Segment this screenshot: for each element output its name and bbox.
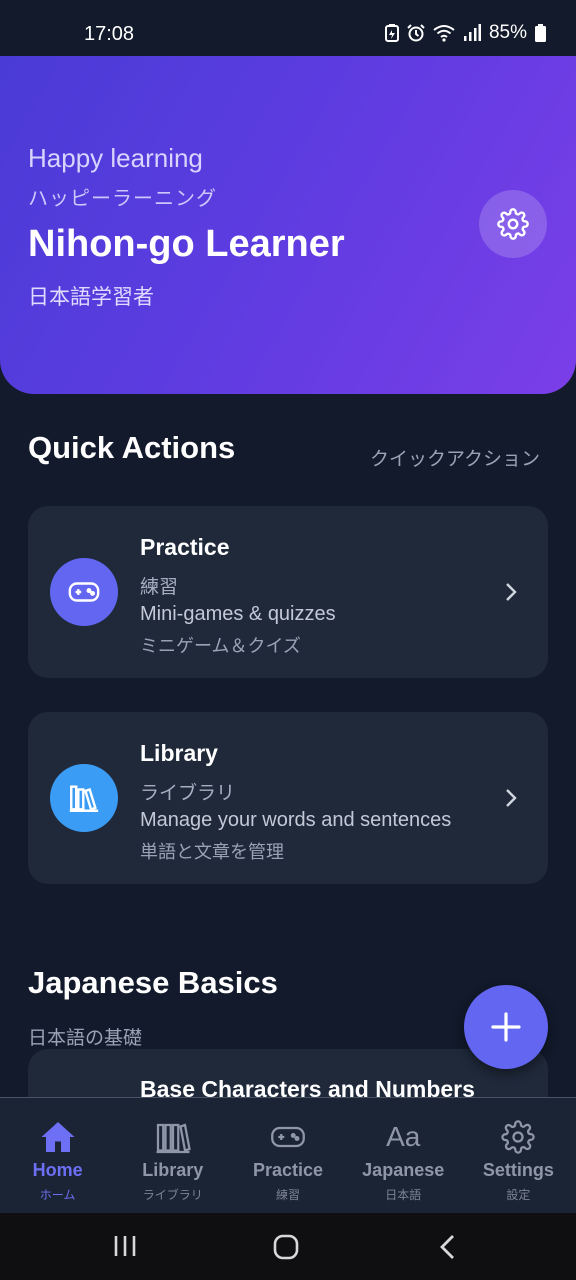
- library-card-jp: ライブラリ: [140, 783, 236, 804]
- library-card[interactable]: Library ライブラリ Manage your words and sent…: [28, 712, 548, 884]
- practice-icon-badge: [50, 558, 118, 626]
- settings-button[interactable]: [479, 190, 547, 258]
- plus-icon: [491, 1012, 521, 1042]
- practice-card-desc-jp: ミニゲーム＆クイズ: [140, 636, 301, 656]
- nav-label: Settings: [482, 1160, 554, 1180]
- battery-percent: 85%: [488, 22, 527, 43]
- home-system-icon[interactable]: [272, 1233, 300, 1261]
- nav-label: Library: [142, 1160, 204, 1180]
- nav-item-practice[interactable]: Practice 練習: [230, 1098, 345, 1213]
- chevron-right-icon: [506, 789, 517, 807]
- nav-item-library[interactable]: Library ライブラリ: [115, 1098, 230, 1213]
- user-name-jp: 日本語学習者: [28, 286, 154, 309]
- back-icon[interactable]: [436, 1233, 460, 1261]
- nav-sublabel: 練習: [276, 1188, 301, 1202]
- quick-actions-title: Quick Actions: [28, 430, 236, 465]
- library-card-title: Library: [140, 740, 218, 766]
- library-icon: [156, 1123, 191, 1154]
- recent-apps-icon[interactable]: [112, 1233, 138, 1259]
- nav-item-japanese[interactable]: Aa Japanese 日本語: [346, 1098, 461, 1213]
- hero-header: Happy learning ハッピーラーニング Nihon-go Learne…: [0, 56, 576, 394]
- library-icon: [69, 785, 99, 812]
- status-icons: 85%: [384, 22, 546, 44]
- chevron-right-icon: [506, 583, 517, 601]
- nav-sublabel: 日本語: [385, 1188, 422, 1202]
- battery-icon: [535, 24, 546, 42]
- gamepad-icon: [271, 1126, 305, 1148]
- nav-label: Home: [32, 1160, 83, 1180]
- status-time: 17:08: [84, 23, 135, 45]
- battery-saver-icon: [384, 24, 399, 42]
- hero-greeting-jp: ハッピーラーニング: [28, 188, 217, 210]
- bottom-nav: Home ホーム Library ライブラリ Practice 練習 Aa Ja…: [0, 1097, 576, 1213]
- nav-sublabel: 設定: [506, 1188, 531, 1202]
- basics-title: Japanese Basics: [28, 965, 278, 1000]
- gamepad-icon: [68, 582, 100, 602]
- practice-card-jp: 練習: [140, 577, 179, 598]
- quick-actions-subtitle: クイックアクション: [370, 449, 541, 470]
- status-bar: 17:08 85%: [0, 0, 576, 56]
- practice-card-title: Practice: [140, 534, 230, 560]
- practice-card-desc: Mini-games & quizzes: [140, 603, 336, 625]
- library-card-desc-jp: 単語と文章を管理: [140, 842, 284, 862]
- nav-item-home[interactable]: Home ホーム: [0, 1098, 115, 1213]
- font-icon: Aa: [386, 1121, 421, 1152]
- basics-subtitle: 日本語の基礎: [28, 1028, 143, 1049]
- library-card-desc: Manage your words and sentences: [140, 809, 452, 831]
- home-icon: [41, 1122, 75, 1152]
- library-icon-badge: [50, 764, 118, 832]
- practice-card[interactable]: Practice 練習 Mini-games & quizzes ミニゲーム＆ク…: [28, 506, 548, 678]
- gear-icon: [501, 1120, 536, 1154]
- nav-label: Practice: [252, 1160, 324, 1180]
- system-nav-bar: [0, 1213, 576, 1280]
- wifi-icon: [433, 25, 455, 42]
- nav-sublabel: ライブラリ: [142, 1188, 203, 1202]
- signal-icon: [463, 24, 481, 41]
- hero-greeting: Happy learning: [28, 143, 203, 173]
- gear-icon: [497, 208, 529, 240]
- nav-label: Japanese: [362, 1160, 445, 1180]
- nav-sublabel: ホーム: [39, 1188, 76, 1202]
- user-name: Nihon-go Learner: [28, 223, 345, 265]
- alarm-icon: [407, 24, 425, 42]
- add-button[interactable]: [464, 985, 548, 1069]
- nav-item-settings[interactable]: Settings 設定: [461, 1098, 576, 1213]
